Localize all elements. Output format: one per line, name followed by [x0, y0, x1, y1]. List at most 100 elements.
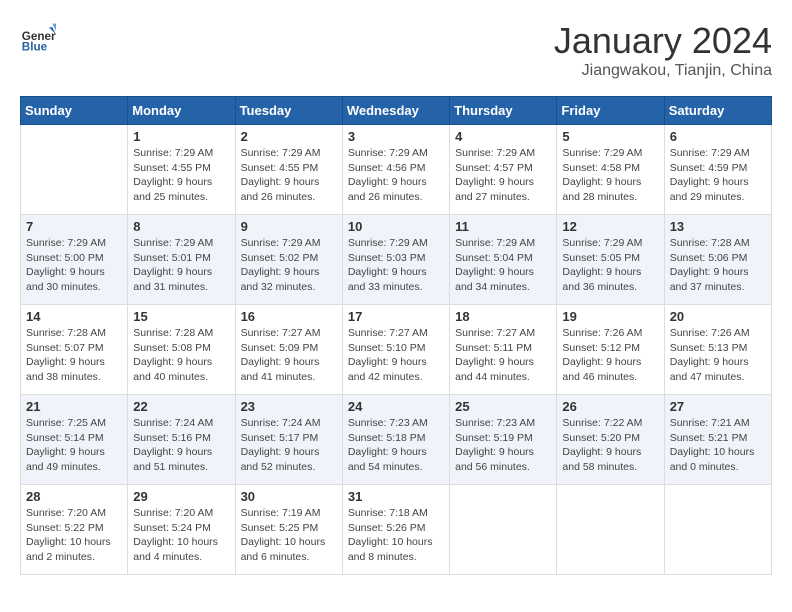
day-info: Sunrise: 7:29 AMSunset: 5:00 PMDaylight:…	[26, 236, 122, 295]
calendar-cell: 22Sunrise: 7:24 AMSunset: 5:16 PMDayligh…	[128, 395, 235, 485]
day-info: Sunrise: 7:25 AMSunset: 5:14 PMDaylight:…	[26, 416, 122, 475]
day-number: 12	[562, 219, 658, 234]
day-number: 17	[348, 309, 444, 324]
day-info: Sunrise: 7:22 AMSunset: 5:20 PMDaylight:…	[562, 416, 658, 475]
day-info: Sunrise: 7:29 AMSunset: 4:55 PMDaylight:…	[241, 146, 337, 205]
day-info: Sunrise: 7:29 AMSunset: 4:59 PMDaylight:…	[670, 146, 766, 205]
calendar-cell: 2 Sunrise: 7:29 AMSunset: 4:55 PMDaylight…	[235, 125, 342, 215]
title-block: January 2024 Jiangwakou, Tianjin, China	[554, 20, 772, 80]
day-number: 14	[26, 309, 122, 324]
calendar-cell: 29 Sunrise: 7:20 AMSunset: 5:24 PMDayligh…	[128, 485, 235, 575]
day-number: 10	[348, 219, 444, 234]
day-info: Sunrise: 7:19 AMSunset: 5:25 PMDaylight:…	[241, 506, 337, 565]
calendar-cell: 15Sunrise: 7:28 AMSunset: 5:08 PMDayligh…	[128, 305, 235, 395]
day-info: Sunrise: 7:20 AMSunset: 5:24 PMDaylight:…	[133, 506, 229, 565]
day-info: Sunrise: 7:29 AMSunset: 5:01 PMDaylight:…	[133, 236, 229, 295]
calendar-cell: 21 Sunrise: 7:25 AMSunset: 5:14 PMDayligh…	[21, 395, 128, 485]
day-info: Sunrise: 7:20 AMSunset: 5:22 PMDaylight:…	[26, 506, 122, 565]
day-info: Sunrise: 7:29 AMSunset: 5:02 PMDaylight:…	[241, 236, 337, 295]
day-info: Sunrise: 7:24 AMSunset: 5:17 PMDaylight:…	[241, 416, 337, 475]
day-number: 21	[26, 399, 122, 414]
calendar-cell: 13 Sunrise: 7:28 AMSunset: 5:06 PMDayligh…	[664, 215, 771, 305]
day-info: Sunrise: 7:27 AMSunset: 5:09 PMDaylight:…	[241, 326, 337, 385]
calendar-subtitle: Jiangwakou, Tianjin, China	[554, 62, 772, 80]
calendar-week-row: 28 Sunrise: 7:20 AMSunset: 5:22 PMDayligh…	[21, 485, 772, 575]
day-number: 27	[670, 399, 766, 414]
calendar-cell: 31 Sunrise: 7:18 AMSunset: 5:26 PMDayligh…	[342, 485, 449, 575]
calendar-cell: 12 Sunrise: 7:29 AMSunset: 5:05 PMDayligh…	[557, 215, 664, 305]
day-number: 24	[348, 399, 444, 414]
day-info: Sunrise: 7:28 AMSunset: 5:08 PMDaylight:…	[133, 326, 229, 385]
calendar-cell	[557, 485, 664, 575]
calendar-cell: 11 Sunrise: 7:29 AMSunset: 5:04 PMDayligh…	[450, 215, 557, 305]
calendar-header: SundayMondayTuesdayWednesdayThursdayFrid…	[21, 97, 772, 125]
day-info: Sunrise: 7:28 AMSunset: 5:06 PMDaylight:…	[670, 236, 766, 295]
day-number: 29	[133, 489, 229, 504]
calendar-cell: 16 Sunrise: 7:27 AMSunset: 5:09 PMDayligh…	[235, 305, 342, 395]
day-info: Sunrise: 7:29 AMSunset: 4:55 PMDaylight:…	[133, 146, 229, 205]
day-number: 1	[133, 129, 229, 144]
weekday-header: Tuesday	[235, 97, 342, 125]
calendar-cell	[21, 125, 128, 215]
calendar-cell: 24 Sunrise: 7:23 AMSunset: 5:18 PMDayligh…	[342, 395, 449, 485]
day-info: Sunrise: 7:29 AMSunset: 5:03 PMDaylight:…	[348, 236, 444, 295]
day-info: Sunrise: 7:29 AMSunset: 5:05 PMDaylight:…	[562, 236, 658, 295]
calendar-body: 1 Sunrise: 7:29 AMSunset: 4:55 PMDaylight…	[21, 125, 772, 575]
calendar-title: January 2024	[554, 20, 772, 62]
day-number: 9	[241, 219, 337, 234]
weekday-row: SundayMondayTuesdayWednesdayThursdayFrid…	[21, 97, 772, 125]
logo: General Blue	[20, 20, 56, 56]
calendar-cell: 3 Sunrise: 7:29 AMSunset: 4:56 PMDaylight…	[342, 125, 449, 215]
day-number: 25	[455, 399, 551, 414]
calendar-cell: 1 Sunrise: 7:29 AMSunset: 4:55 PMDaylight…	[128, 125, 235, 215]
day-number: 6	[670, 129, 766, 144]
calendar-cell: 8 Sunrise: 7:29 AMSunset: 5:01 PMDaylight…	[128, 215, 235, 305]
calendar-cell: 23Sunrise: 7:24 AMSunset: 5:17 PMDayligh…	[235, 395, 342, 485]
day-number: 13	[670, 219, 766, 234]
day-info: Sunrise: 7:24 AMSunset: 5:16 PMDaylight:…	[133, 416, 229, 475]
day-info: Sunrise: 7:23 AMSunset: 5:18 PMDaylight:…	[348, 416, 444, 475]
day-info: Sunrise: 7:26 AMSunset: 5:12 PMDaylight:…	[562, 326, 658, 385]
calendar-cell	[450, 485, 557, 575]
day-info: Sunrise: 7:29 AMSunset: 4:56 PMDaylight:…	[348, 146, 444, 205]
calendar-cell: 30Sunrise: 7:19 AMSunset: 5:25 PMDayligh…	[235, 485, 342, 575]
calendar-cell: 5 Sunrise: 7:29 AMSunset: 4:58 PMDaylight…	[557, 125, 664, 215]
day-info: Sunrise: 7:26 AMSunset: 5:13 PMDaylight:…	[670, 326, 766, 385]
day-info: Sunrise: 7:23 AMSunset: 5:19 PMDaylight:…	[455, 416, 551, 475]
calendar-week-row: 21 Sunrise: 7:25 AMSunset: 5:14 PMDayligh…	[21, 395, 772, 485]
calendar-week-row: 14 Sunrise: 7:28 AMSunset: 5:07 PMDayligh…	[21, 305, 772, 395]
calendar-cell: 10 Sunrise: 7:29 AMSunset: 5:03 PMDayligh…	[342, 215, 449, 305]
day-info: Sunrise: 7:29 AMSunset: 5:04 PMDaylight:…	[455, 236, 551, 295]
day-number: 26	[562, 399, 658, 414]
calendar-cell: 7Sunrise: 7:29 AMSunset: 5:00 PMDaylight…	[21, 215, 128, 305]
calendar-cell: 9 Sunrise: 7:29 AMSunset: 5:02 PMDaylight…	[235, 215, 342, 305]
day-number: 16	[241, 309, 337, 324]
calendar-cell: 19 Sunrise: 7:26 AMSunset: 5:12 PMDayligh…	[557, 305, 664, 395]
day-info: Sunrise: 7:27 AMSunset: 5:11 PMDaylight:…	[455, 326, 551, 385]
day-number: 31	[348, 489, 444, 504]
logo-icon: General Blue	[20, 20, 56, 56]
calendar-table: SundayMondayTuesdayWednesdayThursdayFrid…	[20, 96, 772, 575]
calendar-week-row: 7Sunrise: 7:29 AMSunset: 5:00 PMDaylight…	[21, 215, 772, 305]
weekday-header: Sunday	[21, 97, 128, 125]
day-info: Sunrise: 7:18 AMSunset: 5:26 PMDaylight:…	[348, 506, 444, 565]
calendar-week-row: 1 Sunrise: 7:29 AMSunset: 4:55 PMDaylight…	[21, 125, 772, 215]
day-number: 20	[670, 309, 766, 324]
day-number: 3	[348, 129, 444, 144]
calendar-cell	[664, 485, 771, 575]
day-info: Sunrise: 7:29 AMSunset: 4:58 PMDaylight:…	[562, 146, 658, 205]
day-number: 8	[133, 219, 229, 234]
calendar-cell: 4Sunrise: 7:29 AMSunset: 4:57 PMDaylight…	[450, 125, 557, 215]
weekday-header: Monday	[128, 97, 235, 125]
day-number: 5	[562, 129, 658, 144]
day-number: 19	[562, 309, 658, 324]
svg-text:Blue: Blue	[22, 41, 48, 54]
weekday-header: Saturday	[664, 97, 771, 125]
day-number: 28	[26, 489, 122, 504]
day-number: 11	[455, 219, 551, 234]
day-info: Sunrise: 7:28 AMSunset: 5:07 PMDaylight:…	[26, 326, 122, 385]
calendar-cell: 14 Sunrise: 7:28 AMSunset: 5:07 PMDayligh…	[21, 305, 128, 395]
weekday-header: Friday	[557, 97, 664, 125]
calendar-cell: 6 Sunrise: 7:29 AMSunset: 4:59 PMDaylight…	[664, 125, 771, 215]
day-number: 2	[241, 129, 337, 144]
